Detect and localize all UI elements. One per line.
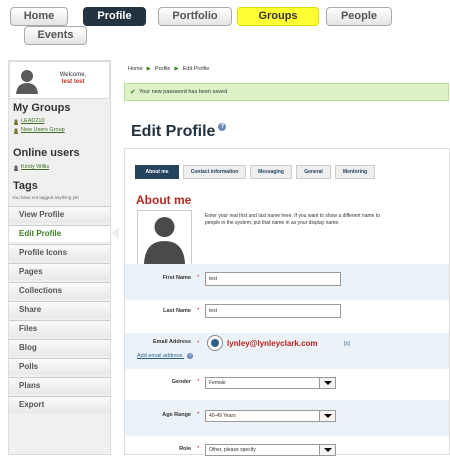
add-email-text: Add email address (137, 353, 183, 359)
required-marker: * (197, 308, 200, 314)
required-marker: * (197, 446, 200, 452)
sidebar-item-share[interactable]: Share (9, 301, 110, 318)
notice-text: Your new password has been saved (139, 89, 228, 95)
sidebar-group-lead210[interactable]: LEAD210 (21, 118, 45, 124)
active-item-pointer (111, 227, 119, 239)
sidebar-item-files[interactable]: Files (9, 320, 110, 337)
chevron-down-icon (319, 411, 335, 421)
role-label: Role (179, 446, 191, 452)
tab-general[interactable]: General (296, 165, 331, 179)
tab-contact-information[interactable]: Contact information (183, 165, 246, 179)
about-me-heading: About me (136, 193, 192, 207)
online-users-heading: Online users (13, 147, 80, 159)
tags-note: You have not tagged anything yet (12, 195, 79, 200)
tab-about-me[interactable]: About me (135, 165, 179, 179)
welcome-label: Welcome, (59, 72, 87, 78)
default-avatar-icon (144, 217, 185, 264)
sidebar-item-view-profile[interactable]: View Profile (9, 206, 110, 223)
nav-portfolio-tab[interactable]: Portfolio (158, 7, 232, 26)
nav-people-tab[interactable]: People (326, 7, 392, 26)
tab-mentoring[interactable]: Mentoring (335, 165, 375, 179)
page-title: Edit Profile? (131, 123, 227, 141)
group-icon (14, 128, 18, 134)
online-user-kirsty[interactable]: Kirsty Willis (21, 164, 49, 170)
profile-picture[interactable] (137, 210, 192, 265)
sidebar-item-polls[interactable]: Polls (9, 358, 110, 375)
tab-messaging[interactable]: Messaging (250, 165, 292, 179)
help-icon[interactable]: ? (187, 353, 194, 359)
email-label: Email Address (152, 339, 191, 345)
breadcrumb-separator-icon: ▶ (146, 66, 151, 72)
username-link[interactable]: test test (61, 79, 84, 85)
breadcrumb-profile[interactable]: Profile (155, 66, 171, 72)
check-icon: ✔ (130, 89, 136, 96)
required-marker: * (197, 379, 200, 385)
my-groups-heading: My Groups (13, 102, 71, 114)
nav-home-tab[interactable]: Home (10, 7, 68, 26)
group-icon (14, 119, 18, 125)
age-range-select[interactable]: 40-49 Years (205, 410, 336, 422)
breadcrumb: Home ▶ Profile ▶ Edit Profile (128, 66, 209, 72)
radio-dot-icon (211, 339, 219, 347)
required-marker: * (197, 341, 200, 347)
last-name-label: Last Name (163, 308, 191, 314)
last-name-input[interactable]: test (205, 304, 341, 318)
required-marker: * (197, 275, 200, 281)
breadcrumb-separator-icon: ▶ (174, 66, 179, 72)
chevron-down-icon (319, 445, 335, 455)
user-avatar-icon (16, 70, 38, 94)
sidebar-item-collections[interactable]: Collections (9, 282, 110, 299)
sidebar-item-export[interactable]: Export (9, 396, 110, 413)
success-notice: ✔ Your new password has been saved (124, 83, 449, 101)
tags-heading: Tags (13, 180, 38, 192)
sidebar-item-edit-profile[interactable]: Edit Profile (9, 225, 110, 242)
first-name-input[interactable]: test (205, 272, 341, 286)
nav-profile-tab[interactable]: Profile (83, 7, 146, 26)
sidebar-item-plans[interactable]: Plans (9, 377, 110, 394)
chevron-down-icon (319, 378, 335, 388)
role-select[interactable]: Other, please specify (205, 444, 336, 456)
sidebar-group-new-users[interactable]: New Users Group (21, 127, 65, 133)
nav-events-tab[interactable]: Events (24, 26, 87, 45)
age-value: 40-49 Years (209, 413, 236, 419)
gender-select[interactable]: Female (205, 377, 336, 389)
nav-groups-tab[interactable]: Groups (237, 7, 319, 26)
welcome-text: Welcome, test test (42, 72, 104, 86)
user-icon (14, 165, 18, 171)
sidebar-item-blog[interactable]: Blog (9, 339, 110, 356)
first-name-label: First Name (162, 275, 191, 281)
sidebar: Welcome, test test My Groups LEAD210 New… (8, 60, 111, 455)
gender-label: Gender (171, 379, 191, 385)
user-box: Welcome, test test (9, 61, 110, 99)
page-title-text: Edit Profile (131, 123, 216, 140)
help-icon[interactable]: ? (218, 123, 227, 131)
gender-value: Female (209, 380, 226, 386)
sidebar-item-profile-icons[interactable]: Profile Icons (9, 244, 110, 261)
breadcrumb-home[interactable]: Home (128, 66, 143, 72)
about-me-description: Enter your real first and last name here… (205, 213, 380, 226)
email-radio[interactable] (207, 335, 223, 351)
breadcrumb-current: Edit Profile (182, 66, 210, 72)
email-value: lynley@lynleyclark.com (227, 339, 318, 348)
sidebar-item-pages[interactable]: Pages (9, 263, 110, 280)
required-marker: * (197, 412, 200, 418)
add-email-link[interactable]: Add email address ? (137, 353, 194, 359)
role-value: Other, please specify (209, 447, 256, 453)
age-label: Age Range (162, 412, 191, 418)
email-remove-link[interactable]: [x] (344, 341, 350, 347)
